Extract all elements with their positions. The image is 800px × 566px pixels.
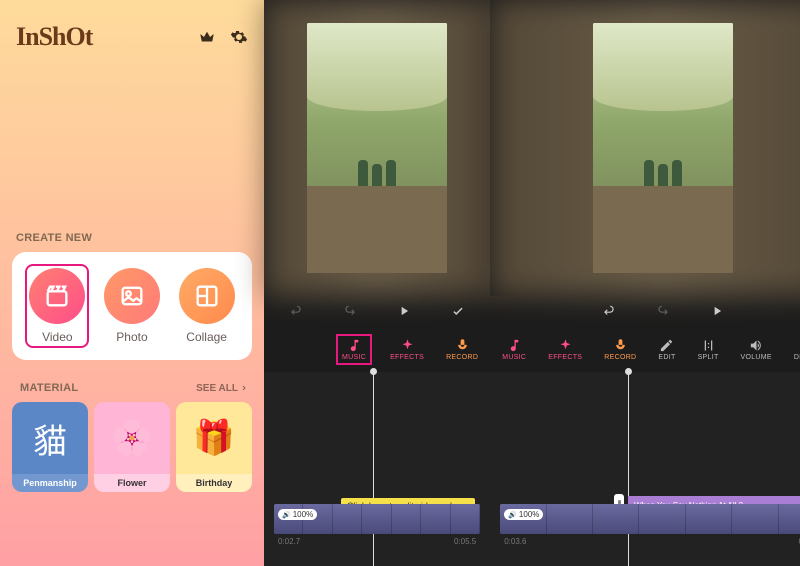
effects-tool-right[interactable]: EFFECTS [544, 336, 586, 363]
edit-label: EDIT [658, 354, 675, 361]
record-tool-left[interactable]: RECORD [442, 336, 482, 363]
video-clip-left[interactable]: 100% [274, 504, 480, 534]
material-flower-label: Flower [94, 474, 170, 492]
create-card: Video Photo Collage [12, 252, 252, 360]
create-video-label: Video [42, 330, 72, 344]
music-tool-left[interactable]: MUSIC [336, 334, 372, 365]
check-icon[interactable] [451, 304, 465, 318]
volume-label: VOLUME [741, 354, 772, 361]
music-note-icon [347, 338, 362, 353]
effects-tool-left[interactable]: EFFECTS [386, 336, 428, 363]
play-icon[interactable] [397, 304, 411, 318]
gift-glyph: 🎁 [176, 402, 252, 474]
pencil-icon [659, 338, 674, 353]
sparkle-icon [400, 338, 415, 353]
time-ruler-left: 0:02.7 0:05.5 [264, 534, 490, 548]
tool-row-left: MUSIC EFFECTS RECORD [264, 326, 490, 372]
preview-frame-right[interactable] [593, 23, 733, 273]
editor-area: MUSIC EFFECTS RECORD Click here to edit … [264, 0, 800, 566]
material-section-title: MATERIAL [16, 382, 82, 394]
crown-icon[interactable] [198, 28, 216, 46]
redo-icon[interactable] [343, 304, 357, 318]
mic-icon [455, 338, 470, 353]
material-birthday-label: Birthday [176, 474, 252, 492]
music-tool-right[interactable]: MUSIC [498, 336, 530, 363]
undo-icon[interactable] [602, 304, 616, 318]
playhead-left[interactable] [373, 372, 374, 566]
time-end-left: 0:05.5 [454, 537, 476, 546]
edit-tool[interactable]: EDIT [654, 336, 679, 363]
delete-label: DELETE [794, 354, 800, 361]
preview-frame-left[interactable] [307, 23, 447, 273]
record-tool-right[interactable]: RECORD [600, 336, 640, 363]
clapper-icon [43, 282, 71, 310]
see-all-button[interactable]: SEE ALL [196, 383, 248, 394]
volume-tool[interactable]: VOLUME [737, 336, 776, 363]
sparkle-icon [558, 338, 573, 353]
flower-glyph: 🌸 [94, 402, 170, 474]
undo-icon[interactable] [289, 304, 303, 318]
toolbar-left [264, 296, 490, 326]
time-ruler-right: 0:03.6 0:05.5 [490, 534, 800, 548]
material-penmanship[interactable]: 貓 Penmanship [12, 402, 88, 492]
editor-right-pane: MUSIC EFFECTS RECORD EDIT SPLIT VOLUME [490, 0, 800, 566]
create-photo-button[interactable]: Photo [100, 264, 164, 348]
penmanship-glyph: 貓 [12, 402, 88, 474]
split-icon [701, 338, 716, 353]
timeline-right[interactable]: When You Say Nothing At All 2 100% 0:03.… [490, 372, 800, 566]
time-start-right: 0:03.6 [504, 537, 526, 546]
photo-icon [118, 282, 146, 310]
play-icon[interactable] [710, 304, 724, 318]
music-note-icon [507, 338, 522, 353]
editor-left-pane: MUSIC EFFECTS RECORD Click here to edit … [264, 0, 490, 566]
preview-right [490, 0, 800, 296]
redo-icon[interactable] [656, 304, 670, 318]
speaker-icon [749, 338, 764, 353]
create-video-button[interactable]: Video [25, 264, 89, 348]
music-label-left: MUSIC [342, 354, 366, 361]
chevron-right-icon [240, 384, 248, 392]
material-flower[interactable]: 🌸 Flower [94, 402, 170, 492]
music-label-right: MUSIC [502, 354, 526, 361]
record-label-right: RECORD [604, 354, 636, 361]
split-label: SPLIT [698, 354, 719, 361]
sidebar-header: InShOt [12, 22, 252, 52]
gear-icon[interactable] [230, 28, 248, 46]
app-logo: InShOt [16, 22, 92, 52]
effects-label-right: EFFECTS [548, 354, 582, 361]
split-tool[interactable]: SPLIT [694, 336, 723, 363]
collage-icon [193, 282, 221, 310]
create-collage-label: Collage [186, 330, 227, 344]
time-start-left: 0:02.7 [278, 537, 300, 546]
material-penmanship-label: Penmanship [12, 474, 88, 492]
create-photo-label: Photo [116, 330, 147, 344]
mic-icon [613, 338, 628, 353]
create-section-title: CREATE NEW [12, 232, 252, 244]
preview-left [264, 0, 490, 296]
delete-tool[interactable]: DELETE [790, 336, 800, 363]
sidebar: InShOt CREATE NEW Video Photo [0, 0, 264, 566]
see-all-label: SEE ALL [196, 383, 238, 394]
tool-row-right: MUSIC EFFECTS RECORD EDIT SPLIT VOLUME [490, 326, 800, 372]
clip-volume-badge-left[interactable]: 100% [278, 509, 317, 520]
record-label-left: RECORD [446, 354, 478, 361]
clip-volume-badge-right[interactable]: 100% [504, 509, 543, 520]
timeline-left[interactable]: Click here to edit video volume 100% 0:0… [264, 372, 490, 566]
playhead-right[interactable] [628, 372, 629, 566]
toolbar-right [490, 296, 800, 326]
video-clip-right[interactable]: 100% [500, 504, 800, 534]
material-birthday[interactable]: 🎁 Birthday [176, 402, 252, 492]
create-collage-button[interactable]: Collage [175, 264, 239, 348]
effects-label-left: EFFECTS [390, 354, 424, 361]
